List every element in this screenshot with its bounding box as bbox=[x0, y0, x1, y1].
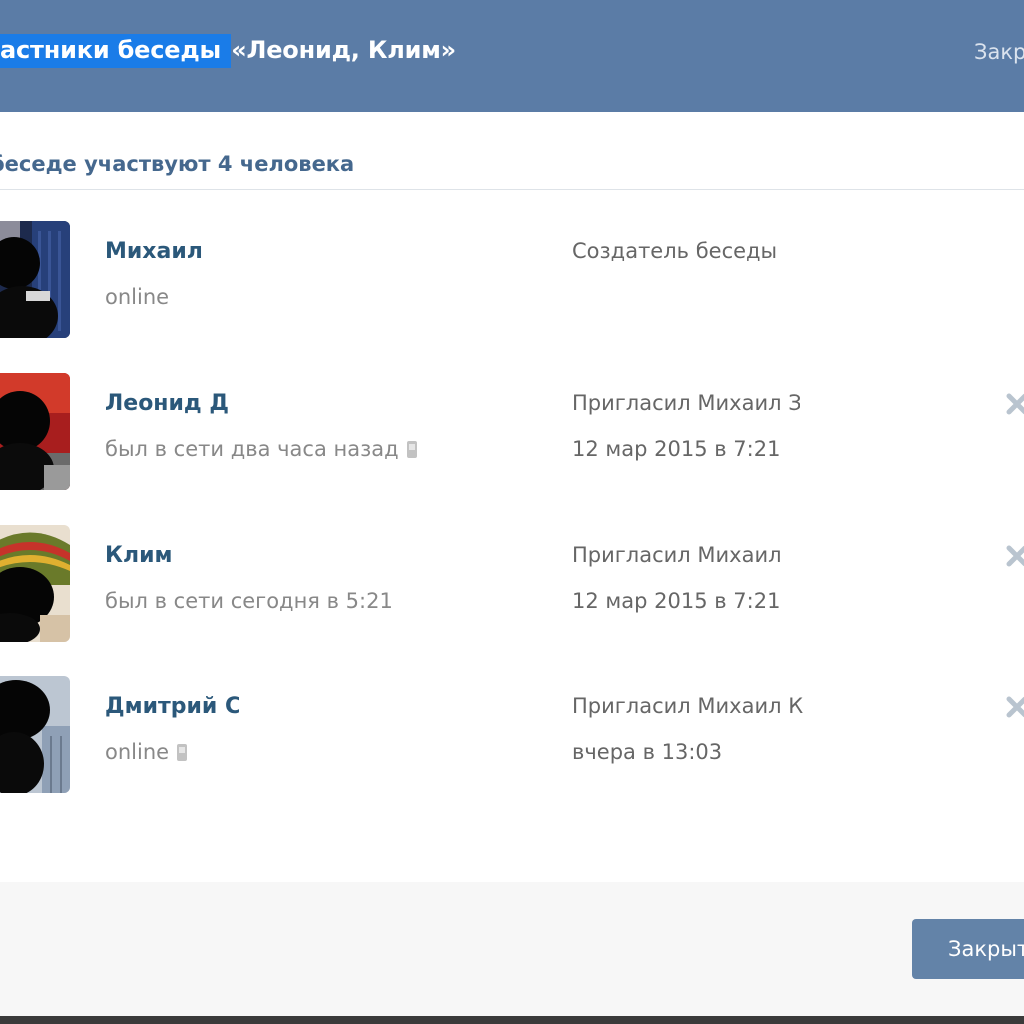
dialog-title-selected: астники беседы bbox=[0, 34, 232, 68]
avatar[interactable] bbox=[0, 676, 70, 793]
close-button[interactable]: Закрыть bbox=[912, 919, 1024, 979]
invite-info: Создатель беседы bbox=[572, 239, 778, 263]
invite-date: 12 мар 2015 в 7:21 bbox=[572, 437, 781, 461]
member-status-text: online bbox=[105, 740, 170, 764]
member-status: был в сети два часа назад bbox=[105, 437, 417, 461]
member-status: был в сети сегодня в 5:21 bbox=[105, 589, 393, 613]
member-row: Леонид Д был в сети два часа назад Пригл… bbox=[0, 373, 1024, 493]
chat-members-dialog: астники беседы «Леонид, Клим» Закрыть бе… bbox=[0, 0, 1024, 1024]
member-row: Михаил online Создатель беседы bbox=[0, 221, 1024, 341]
member-name[interactable]: Клим bbox=[105, 543, 173, 568]
section-divider bbox=[0, 189, 1024, 190]
invite-date: 12 мар 2015 в 7:21 bbox=[572, 589, 781, 613]
remove-member-icon[interactable] bbox=[1006, 393, 1024, 415]
invite-info: Пригласил Михаил bbox=[572, 543, 782, 567]
member-row: Клим был в сети сегодня в 5:21 Пригласил… bbox=[0, 525, 1024, 645]
invite-info: Пригласил Михаил З bbox=[572, 391, 800, 415]
member-status-text: online bbox=[105, 285, 170, 309]
member-status: online bbox=[105, 740, 188, 764]
member-status: online bbox=[105, 285, 169, 309]
member-name[interactable]: Михаил bbox=[105, 239, 203, 264]
avatar[interactable] bbox=[0, 525, 70, 642]
member-name[interactable]: Леонид Д bbox=[105, 391, 229, 416]
remove-member-icon[interactable] bbox=[1006, 696, 1024, 718]
bottom-edge bbox=[0, 1016, 1024, 1024]
member-name[interactable]: Дмитрий С bbox=[105, 694, 239, 719]
avatar[interactable] bbox=[0, 373, 70, 490]
remove-member-icon[interactable] bbox=[1006, 545, 1024, 567]
dialog-title: астники беседы «Леонид, Клим» bbox=[0, 34, 456, 68]
dialog-title-rest: «Леонид, Клим» bbox=[231, 36, 456, 64]
mobile-phone-icon bbox=[177, 744, 188, 761]
invite-date: вчера в 13:03 bbox=[572, 740, 723, 764]
invite-info: Пригласил Михаил К bbox=[572, 694, 804, 718]
member-status-text: был в сети два часа назад bbox=[105, 437, 399, 461]
header-close-link[interactable]: Закрыть bbox=[974, 40, 1024, 64]
dialog-footer: Закрыть bbox=[0, 882, 1024, 1016]
avatar[interactable] bbox=[0, 221, 70, 338]
dialog-header: астники беседы «Леонид, Клим» Закрыть bbox=[0, 0, 1024, 112]
member-row: Дмитрий С online Пригласил Михаил К вчер… bbox=[0, 676, 1024, 796]
mobile-phone-icon bbox=[406, 441, 417, 458]
member-status-text: был в сети сегодня в 5:21 bbox=[105, 589, 393, 613]
members-count-title: беседе участвуют 4 человека bbox=[0, 152, 355, 176]
